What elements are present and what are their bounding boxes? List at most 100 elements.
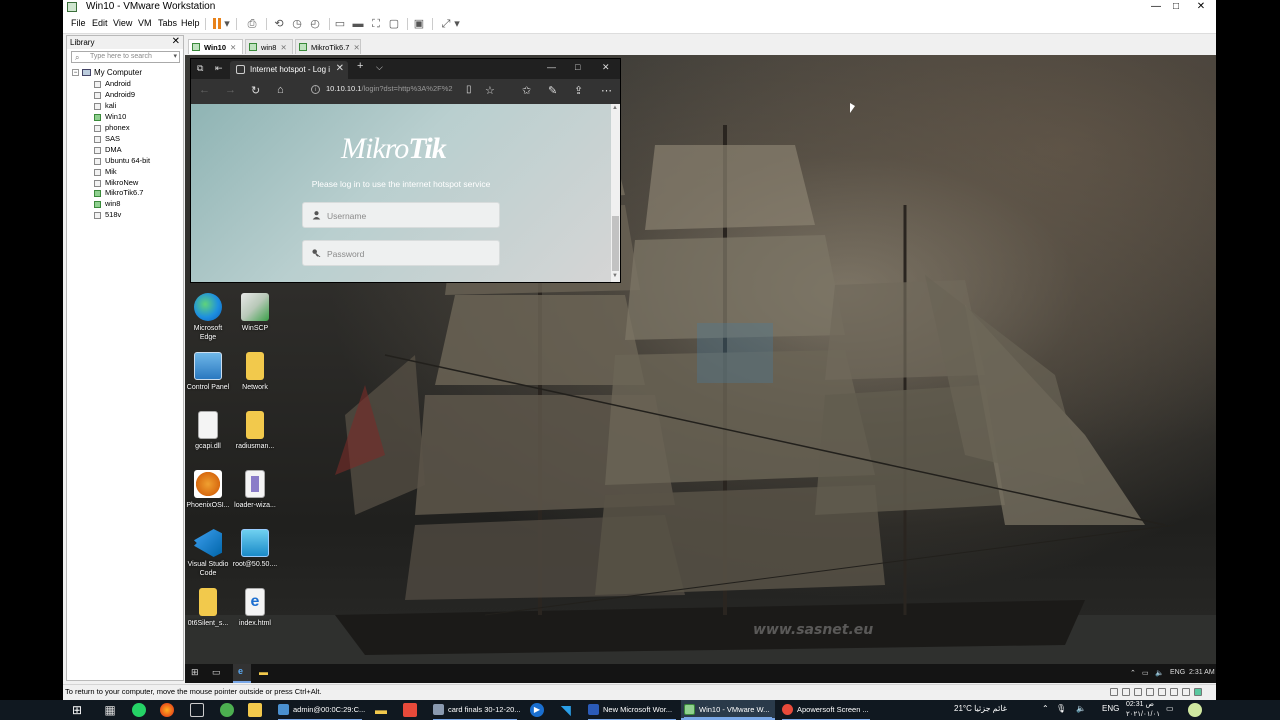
reading-view-icon[interactable]: ▯ bbox=[466, 84, 472, 95]
media-player-icon[interactable]: ▶ bbox=[530, 703, 544, 717]
tab-close-icon[interactable]: ✕ bbox=[280, 40, 286, 55]
scroll-up-icon[interactable]: ▲ bbox=[612, 105, 618, 111]
tree-item-mik[interactable]: Mik bbox=[94, 167, 117, 176]
menu-edit[interactable]: Edit bbox=[92, 18, 108, 28]
taskbar-apowersoft[interactable]: Apowersoft Screen ... bbox=[779, 700, 873, 720]
notifications-icon[interactable]: ▭ bbox=[1166, 704, 1174, 713]
tray-chevron-icon[interactable]: ⌃ bbox=[1042, 704, 1049, 713]
tab-actions-icon[interactable]: ⧉ bbox=[197, 63, 203, 74]
file-explorer-icon[interactable]: ▬ bbox=[259, 667, 268, 677]
scroll-thumb[interactable] bbox=[612, 216, 619, 271]
taskbar-vmware[interactable]: Win10 - VMware W... bbox=[681, 700, 775, 720]
snapshot-manager-icon[interactable]: ◴ bbox=[308, 17, 322, 31]
menu-file[interactable]: File bbox=[71, 18, 86, 28]
menu-tabs[interactable]: Tabs bbox=[158, 18, 177, 28]
file-explorer-icon[interactable]: ▬ bbox=[374, 703, 388, 717]
home-icon[interactable]: ⌂ bbox=[277, 84, 284, 96]
desktop-icon-root-ssh[interactable]: root@50.50.... bbox=[232, 529, 278, 569]
pause-dropdown-icon[interactable]: ▾ bbox=[223, 17, 231, 31]
tree-item-518v[interactable]: 518v bbox=[94, 210, 121, 219]
favorites-hub-icon[interactable]: ✩ bbox=[522, 84, 531, 97]
show-library-icon[interactable]: ▭ bbox=[333, 17, 347, 31]
desktop-icon-radiusman[interactable]: radiusman... bbox=[232, 411, 278, 451]
collapse-icon[interactable]: − bbox=[72, 69, 79, 77]
stretch-dropdown-icon[interactable]: ▾ bbox=[453, 17, 461, 31]
tree-item-mikronew[interactable]: MikroNew bbox=[94, 178, 138, 187]
taskbar-card-finals[interactable]: card finals 30-12-20... bbox=[430, 700, 521, 720]
desktop-icon-control-panel[interactable]: Control Panel bbox=[185, 352, 231, 392]
virtualbox-icon[interactable] bbox=[190, 703, 204, 717]
taskbar-terminal-session[interactable]: admin@00:0C:29:C... bbox=[275, 700, 365, 720]
library-close-icon[interactable]: ✕ bbox=[172, 36, 180, 47]
notes-pen-icon[interactable]: ✎ bbox=[548, 84, 557, 97]
desktop-icon-vscode[interactable]: Visual Studio Code bbox=[185, 529, 231, 578]
refresh-icon[interactable]: ↻ bbox=[251, 84, 260, 97]
menu-view[interactable]: View bbox=[113, 18, 132, 28]
page-scrollbar[interactable]: ▲ ▼ bbox=[611, 104, 620, 282]
scroll-down-icon[interactable]: ▼ bbox=[612, 273, 618, 279]
password-field[interactable] bbox=[302, 240, 500, 266]
address-bar[interactable]: i 10.10.10.1/login?dst=http%3A%2F%2 bbox=[311, 84, 461, 98]
thumbnail-bar-icon[interactable]: ▬ bbox=[351, 17, 365, 31]
tab-mikrotik[interactable]: MikroTik6.7 ✕ bbox=[295, 39, 361, 54]
tab-win10[interactable]: Win10 ✕ bbox=[188, 39, 243, 54]
desktop-icon-silent[interactable]: 0t6Silent_s... bbox=[185, 588, 231, 628]
network-adapter-icon[interactable] bbox=[1134, 688, 1142, 696]
tab-close-icon[interactable]: ✕ bbox=[353, 40, 359, 55]
tree-item-dma[interactable]: DMA bbox=[94, 145, 122, 154]
tree-item-sas[interactable]: SAS bbox=[94, 134, 120, 143]
search-dropdown-icon[interactable]: ▾ bbox=[173, 52, 177, 60]
whatsapp-icon[interactable] bbox=[132, 703, 146, 717]
favorite-star-icon[interactable]: ☆ bbox=[485, 84, 495, 97]
tree-item-phonex[interactable]: phonex bbox=[94, 123, 130, 132]
vscode-taskbar-icon[interactable]: ◥ bbox=[559, 703, 573, 717]
tray-chevron-icon[interactable]: ⌃ bbox=[1130, 669, 1136, 677]
browser-close-button[interactable]: ✕ bbox=[602, 62, 610, 73]
minimize-button[interactable]: — bbox=[1146, 0, 1166, 14]
guest-language[interactable]: ENG bbox=[1170, 669, 1185, 676]
unity-icon[interactable]: ▢ bbox=[387, 17, 401, 31]
stretch-guest-icon[interactable]: ⤢ bbox=[439, 17, 453, 31]
library-search-input[interactable]: ⌕ Type here to search ▾ bbox=[71, 51, 180, 63]
usb-icon[interactable] bbox=[1146, 688, 1154, 696]
host-language[interactable]: ENG bbox=[1102, 704, 1119, 713]
more-icon[interactable]: ⋯ bbox=[601, 84, 612, 97]
browser-tab-hotspot[interactable]: Internet hotspot - Log i ✕ bbox=[230, 61, 348, 79]
tree-item-mikrotik67[interactable]: MikroTik6.7 bbox=[94, 188, 143, 197]
desktop-icon-loader[interactable]: loader-wiza... bbox=[232, 470, 278, 510]
host-clock-date[interactable]: ٢٠٢١/٠١/٠١ bbox=[1126, 710, 1160, 718]
forward-icon[interactable]: → bbox=[225, 84, 236, 96]
site-info-icon[interactable]: i bbox=[311, 85, 320, 94]
sound-card-icon[interactable] bbox=[1158, 688, 1166, 696]
maximize-button[interactable]: □ bbox=[1166, 0, 1186, 14]
tree-item-android9[interactable]: Android9 bbox=[94, 90, 135, 99]
username-input[interactable] bbox=[327, 208, 492, 223]
desktop-icon-phoenixos[interactable]: PhoenixOSI... bbox=[185, 470, 231, 510]
desktop-icon-gcapi[interactable]: gcapi.dll bbox=[185, 411, 231, 451]
notes-app-icon[interactable] bbox=[248, 703, 262, 717]
guest-clock[interactable]: 2:31 AM bbox=[1189, 669, 1215, 676]
browser-tab-close-icon[interactable]: ✕ bbox=[336, 63, 344, 74]
tab-win8[interactable]: win8 ✕ bbox=[245, 39, 293, 54]
revert-snapshot-icon[interactable]: ◷ bbox=[290, 17, 304, 31]
firefox-icon[interactable] bbox=[160, 703, 174, 717]
desktop-icon-network[interactable]: Network bbox=[232, 352, 278, 392]
username-field[interactable] bbox=[302, 202, 500, 228]
share-icon[interactable]: ⇪ bbox=[574, 84, 583, 97]
close-button[interactable]: ✕ bbox=[1191, 0, 1211, 14]
send-keys-icon[interactable]: ⎙ bbox=[245, 17, 259, 31]
tree-item-kali[interactable]: kali bbox=[94, 101, 116, 110]
display-icon[interactable] bbox=[1182, 688, 1190, 696]
volume-icon[interactable]: 🔈 bbox=[1155, 669, 1164, 677]
hard-disk-icon[interactable] bbox=[1110, 688, 1118, 696]
task-view-icon[interactable]: ▭ bbox=[212, 667, 221, 678]
volume-icon[interactable]: 🔈 bbox=[1076, 704, 1086, 713]
snapshot-icon[interactable]: ⟲ bbox=[272, 17, 286, 31]
tree-root-my-computer[interactable]: − My Computer bbox=[72, 68, 142, 77]
tab-close-icon[interactable]: ✕ bbox=[230, 40, 236, 55]
new-tab-button[interactable]: + bbox=[357, 60, 363, 72]
start-icon[interactable]: ⊞ bbox=[70, 703, 84, 717]
tab-menu-icon[interactable]: ⌵ bbox=[376, 62, 383, 73]
browser-minimize-button[interactable]: — bbox=[547, 62, 556, 72]
message-log-icon[interactable] bbox=[1194, 688, 1202, 696]
